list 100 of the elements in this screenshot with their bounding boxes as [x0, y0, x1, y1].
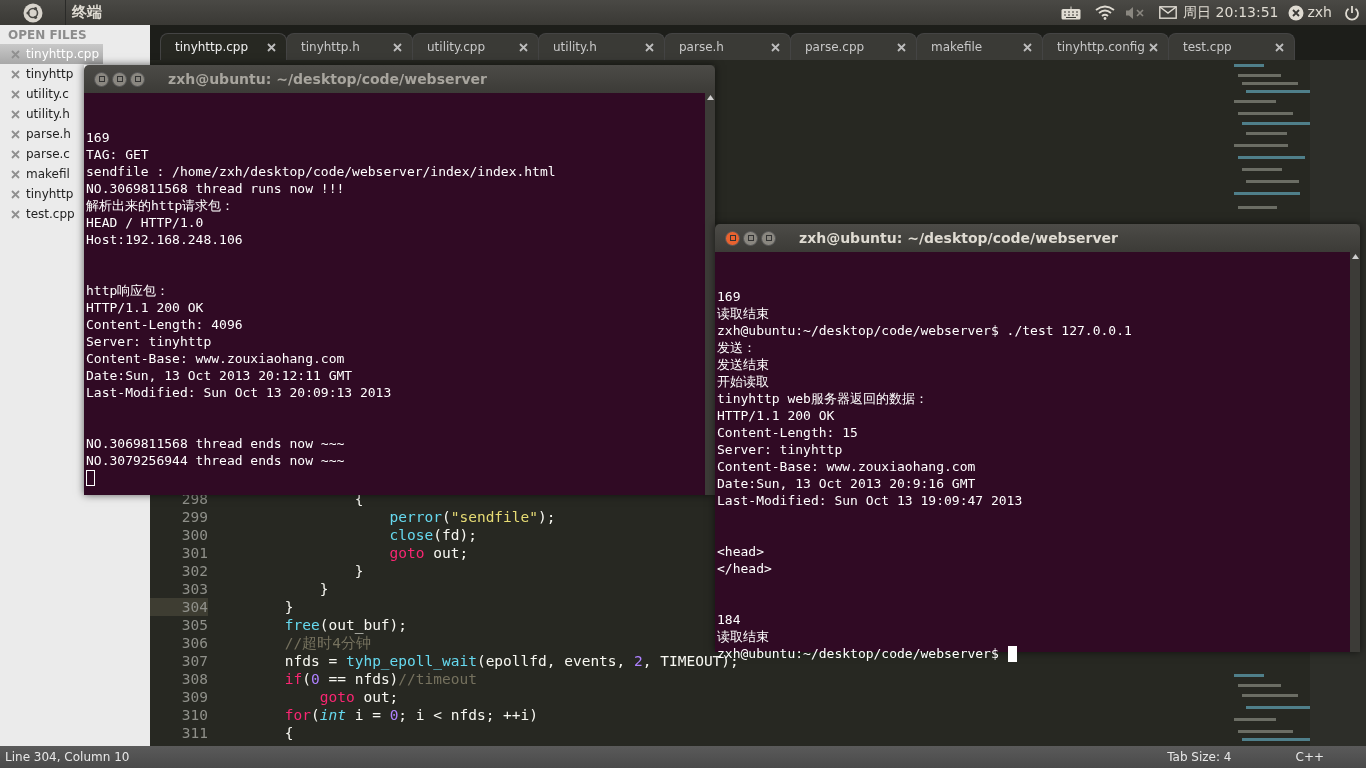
file-item[interactable]: test.cpp	[0, 204, 79, 224]
terminal-line: Server: tinyhttp	[85, 333, 212, 350]
user-name[interactable]: zxh	[1307, 2, 1332, 23]
file-item[interactable]: tinyhttp	[0, 64, 78, 84]
file-tab[interactable]: tinyhttp.config	[1042, 33, 1169, 60]
file-item[interactable]: makefil	[0, 164, 74, 184]
scrollbar[interactable]	[705, 93, 715, 495]
muted-speaker-icon[interactable]	[1125, 5, 1146, 20]
clock[interactable]: 周日 20:13:51	[1183, 2, 1279, 23]
line-number: 308	[180, 670, 208, 688]
code-line: free(out_buf);	[283, 616, 408, 634]
terminal-line: Server: tinyhttp	[716, 441, 843, 458]
terminal-line: 发送结束	[716, 356, 769, 373]
terminal-line: <head>	[716, 543, 764, 560]
line-number: 300	[180, 526, 208, 544]
terminal-line: 读取结束	[716, 628, 769, 645]
line-number: 307	[180, 652, 208, 670]
close-button[interactable]	[94, 71, 109, 87]
terminal-line: NO.3069811568 thread runs now !!!	[85, 180, 345, 197]
code-line: goto out;	[388, 544, 469, 562]
file-item[interactable]: utility.c	[0, 84, 73, 104]
terminal-line: Host:192.168.248.106	[85, 231, 243, 248]
terminal-line: TAG: GET	[85, 146, 149, 163]
close-icon[interactable]	[897, 42, 906, 52]
close-icon[interactable]	[645, 42, 654, 52]
terminal-line: 184	[716, 611, 741, 628]
close-icon[interactable]	[519, 42, 528, 52]
file-item[interactable]: parse.c	[0, 144, 74, 164]
line-number: 299	[180, 508, 208, 526]
terminal-line: 169	[716, 288, 741, 305]
scrollbar[interactable]	[1350, 252, 1360, 652]
terminal-line: Content-Length: 4096	[85, 316, 243, 333]
cursor-position: Line 304, Column 10	[5, 749, 130, 766]
file-tab[interactable]: parse.cpp	[790, 33, 917, 60]
code-line: goto out;	[318, 688, 399, 706]
terminal-line: NO.3079256944 thread ends now ~~~	[85, 452, 345, 469]
file-tab[interactable]: makefile	[916, 33, 1043, 60]
minimize-button[interactable]	[743, 230, 758, 246]
code-line: if(0 == nfds)//timeout	[283, 670, 477, 688]
file-tab[interactable]: utility.h	[538, 33, 665, 60]
terminal-line: 发送：	[716, 339, 756, 356]
sidebar-heading: OPEN FILES	[7, 27, 88, 44]
line-number: 304	[150, 598, 208, 616]
line-number: 301	[180, 544, 208, 562]
code-line: perror("sendfile");	[388, 508, 556, 526]
terminal-line: 解析出来的http请求包：	[85, 197, 235, 214]
ubuntu-logo-icon[interactable]	[22, 2, 43, 23]
terminal-line: Content-Length: 15	[716, 424, 858, 441]
tab-size[interactable]: Tab Size: 4	[1167, 748, 1232, 766]
line-number: 310	[180, 706, 208, 724]
close-icon[interactable]	[1149, 42, 1158, 52]
file-item[interactable]: parse.h	[0, 124, 75, 144]
terminal-line: zxh@ubuntu:~/desktop/code/webserver$ ./test 127.0.0.1	[716, 322, 1132, 339]
terminal-line: NO.3069811568 thread ends now ~~~	[85, 435, 345, 452]
file-item[interactable]: tinyhttp	[0, 184, 78, 204]
close-icon[interactable]	[771, 42, 780, 52]
app-title: 终端	[72, 2, 102, 24]
status-x-icon[interactable]	[1288, 4, 1305, 21]
keyboard-icon[interactable]	[1061, 5, 1082, 20]
terminal-line: HEAD / HTTP/1.0	[85, 214, 204, 231]
terminal-line: sendfile : /home/zxh/desktop/code/webserver/index/index.html	[85, 163, 556, 180]
line-number: 305	[180, 616, 208, 634]
terminal-line: HTTP/1.1 200 OK	[716, 407, 835, 424]
line-number: 311	[180, 724, 208, 742]
file-tab[interactable]: tinyhttp.cpp	[160, 33, 287, 60]
close-icon[interactable]	[1275, 42, 1284, 52]
maximize-button[interactable]	[761, 230, 776, 246]
file-tab[interactable]: tinyhttp.h	[286, 33, 413, 60]
close-button[interactable]	[725, 230, 740, 246]
terminal-line: 169	[85, 129, 110, 146]
line-number: 302	[180, 562, 208, 580]
wifi-icon[interactable]	[1095, 5, 1116, 20]
close-icon[interactable]	[393, 42, 402, 52]
line-number: 303	[180, 580, 208, 598]
file-tab[interactable]: parse.h	[664, 33, 791, 60]
close-icon[interactable]	[1023, 42, 1032, 52]
terminal-line: Last-Modified: Sun Oct 13 20:09:13 2013	[85, 384, 392, 401]
file-item[interactable]: utility.h	[0, 104, 74, 124]
terminal-line: Date:Sun, 13 Oct 2013 20:9:16 GMT	[716, 475, 976, 492]
code-line: }	[318, 580, 329, 598]
scroll-up-icon[interactable]	[706, 95, 714, 100]
minimize-button[interactable]	[112, 71, 127, 87]
terminal-line: Date:Sun, 13 Oct 2013 20:12:11 GMT	[85, 367, 353, 384]
mail-icon[interactable]	[1159, 6, 1178, 19]
line-number: 309	[180, 688, 208, 706]
code-line: }	[353, 562, 364, 580]
terminal-line: Last-Modified: Sun Oct 13 19:09:47 2013	[716, 492, 1023, 509]
terminal-line: Content-Base: www.zouxiaohang.com	[85, 350, 345, 367]
power-icon[interactable]	[1344, 4, 1360, 21]
syntax-mode[interactable]: C++	[1295, 748, 1324, 766]
close-icon[interactable]	[267, 42, 276, 52]
code-line: }	[283, 598, 294, 616]
code-line: {	[283, 724, 294, 742]
terminal-line: HTTP/1.1 200 OK	[85, 299, 204, 316]
window-title: zxh@ubuntu: ~/desktop/code/webserver	[168, 69, 487, 89]
maximize-button[interactable]	[130, 71, 145, 87]
code-line: //超时4分钟	[283, 634, 372, 652]
file-tab[interactable]: test.cpp	[1168, 33, 1295, 60]
scroll-up-icon[interactable]	[1351, 254, 1359, 259]
file-tab[interactable]: utility.cpp	[412, 33, 539, 60]
